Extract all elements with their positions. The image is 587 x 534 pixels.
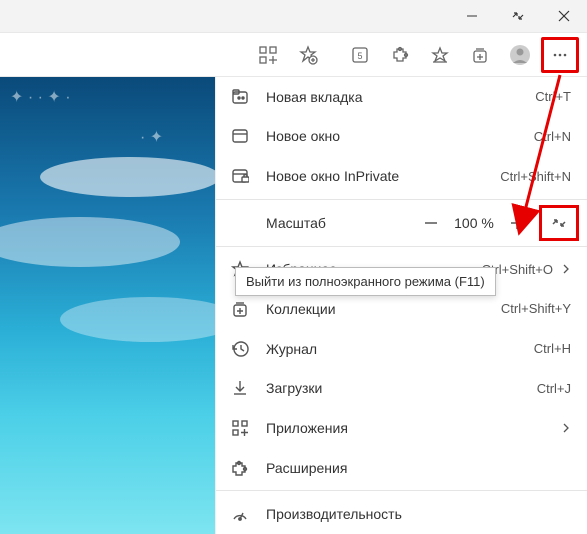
separator bbox=[216, 199, 587, 200]
chevron-right-icon bbox=[561, 264, 571, 274]
content-area: ✦ · · ✦ · · ✦ Новая вкладка Ctrl+T Новое… bbox=[0, 77, 587, 534]
menu-label: Производительность bbox=[266, 506, 571, 522]
fullscreen-exit-button[interactable] bbox=[539, 205, 579, 241]
new-window-icon bbox=[230, 126, 250, 146]
puzzle-icon bbox=[230, 458, 250, 478]
new-tab-icon bbox=[230, 87, 250, 107]
zoom-out-button[interactable] bbox=[413, 205, 449, 241]
favorites-star-icon[interactable] bbox=[421, 37, 459, 73]
menu-shortcut: Ctrl+H bbox=[534, 341, 571, 356]
menu-performance[interactable]: Производительность bbox=[216, 494, 587, 534]
browser-toolbar: 5 bbox=[0, 33, 587, 77]
svg-text:5: 5 bbox=[357, 51, 362, 61]
restore-button[interactable] bbox=[495, 0, 541, 33]
menu-new-inprivate[interactable]: Новое окно InPrivate Ctrl+Shift+N bbox=[216, 156, 587, 196]
menu-label: Загрузки bbox=[266, 380, 537, 396]
extensions-icon[interactable] bbox=[381, 37, 419, 73]
menu-label: Новое окно InPrivate bbox=[266, 168, 500, 184]
menu-apps[interactable]: Приложения bbox=[216, 408, 587, 448]
profile-icon[interactable] bbox=[501, 37, 539, 73]
page-background-image: ✦ · · ✦ · · ✦ bbox=[0, 77, 215, 534]
menu-label: Новая вкладка bbox=[266, 89, 535, 105]
settings-more-button[interactable] bbox=[541, 37, 579, 73]
zoom-label: Масштаб bbox=[266, 215, 413, 231]
menu-shortcut: Ctrl+N bbox=[534, 129, 571, 144]
menu-label: Коллекции bbox=[266, 301, 501, 317]
collections-toolbar-icon[interactable] bbox=[461, 37, 499, 73]
apps-icon bbox=[230, 418, 250, 438]
collections-icon bbox=[230, 299, 250, 319]
menu-shortcut: Ctrl+Shift+N bbox=[500, 169, 571, 184]
menu-extensions[interactable]: Расширения bbox=[216, 448, 587, 488]
menu-history[interactable]: Журнал Ctrl+H bbox=[216, 329, 587, 369]
menu-label: Расширения bbox=[266, 460, 571, 476]
menu-downloads[interactable]: Загрузки Ctrl+J bbox=[216, 368, 587, 408]
downloads-icon bbox=[230, 378, 250, 398]
history-icon bbox=[230, 339, 250, 359]
menu-label: Новое окно bbox=[266, 128, 534, 144]
fullscreen-tooltip: Выйти из полноэкранного режима (F11) bbox=[235, 267, 496, 296]
menu-new-window[interactable]: Новое окно Ctrl+N bbox=[216, 117, 587, 157]
settings-menu: Новая вкладка Ctrl+T Новое окно Ctrl+N Н… bbox=[215, 77, 587, 534]
favorites-add-icon[interactable] bbox=[289, 37, 327, 73]
menu-shortcut: Ctrl+Shift+Y bbox=[501, 301, 571, 316]
inprivate-icon bbox=[230, 166, 250, 186]
close-button[interactable] bbox=[541, 0, 587, 33]
chevron-right-icon bbox=[561, 423, 571, 433]
window-titlebar bbox=[0, 0, 587, 33]
app-switcher-icon[interactable] bbox=[249, 37, 287, 73]
separator bbox=[216, 246, 587, 247]
separator bbox=[216, 490, 587, 491]
menu-zoom-row: Масштаб 100 % bbox=[216, 203, 587, 243]
menu-shortcut: Ctrl+T bbox=[535, 89, 571, 104]
zoom-value: 100 % bbox=[449, 215, 499, 231]
menu-label: Приложения bbox=[266, 420, 553, 436]
menu-shortcut: Ctrl+J bbox=[537, 381, 571, 396]
performance-icon bbox=[230, 504, 250, 524]
menu-new-tab[interactable]: Новая вкладка Ctrl+T bbox=[216, 77, 587, 117]
minimize-button[interactable] bbox=[449, 0, 495, 33]
zoom-in-button[interactable] bbox=[499, 205, 535, 241]
menu-label: Журнал bbox=[266, 341, 534, 357]
html5-icon[interactable]: 5 bbox=[341, 37, 379, 73]
